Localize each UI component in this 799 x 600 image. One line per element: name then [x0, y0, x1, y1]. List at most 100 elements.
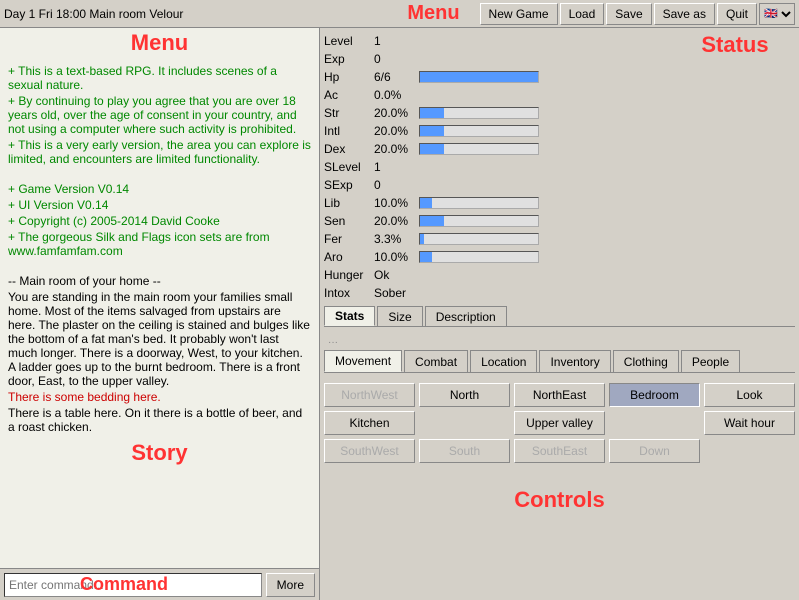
story-line: There is a table here. On it there is a … — [8, 406, 311, 434]
stat-name: Level — [324, 34, 374, 48]
spacer-2 — [609, 411, 700, 435]
stat-bar-container — [419, 125, 539, 137]
stat-row: SExp0 — [324, 176, 675, 194]
move-down[interactable]: Down — [609, 439, 700, 463]
stat-row: Hp6/6 — [324, 68, 675, 86]
story-line: + UI Version V0.14 — [8, 198, 311, 212]
stat-row: Fer3.3% — [324, 230, 675, 248]
controls-label: Controls — [324, 487, 795, 513]
stat-name: Fer — [324, 232, 374, 246]
save-as-button[interactable]: Save as — [654, 3, 715, 25]
move-northeast[interactable]: NorthEast — [514, 383, 605, 407]
stat-name: Str — [324, 106, 374, 120]
command-input[interactable] — [4, 573, 262, 597]
stat-value: 20.0% — [374, 214, 419, 228]
move-southwest[interactable]: SouthWest — [324, 439, 415, 463]
stats-table: Level1Exp0Hp6/6Ac0.0%Str20.0%Intl20.0%De… — [324, 32, 675, 302]
move-wait-hour[interactable]: Wait hour — [704, 411, 795, 435]
stat-name: Lib — [324, 196, 374, 210]
stat-bar — [420, 126, 444, 136]
stat-bar — [420, 234, 424, 244]
stat-value: 0.0% — [374, 88, 419, 102]
stat-value: 0 — [374, 178, 419, 192]
move-southeast[interactable]: SouthEast — [514, 439, 605, 463]
top-bar: Day 1 Fri 18:00 Main room Velour Menu Ne… — [0, 0, 799, 28]
stat-row: Level1 — [324, 32, 675, 50]
command-bar: Command More — [0, 568, 319, 600]
ctrl-tab-inventory[interactable]: Inventory — [539, 350, 610, 372]
move-bedroom[interactable]: Bedroom — [609, 383, 700, 407]
window-title: Day 1 Fri 18:00 Main room Velour — [4, 7, 407, 21]
status-section: Level1Exp0Hp6/6Ac0.0%Str20.0%Intl20.0%De… — [320, 28, 799, 331]
left-panel: Menu + This is a text-based RPG. It incl… — [0, 28, 320, 600]
new-game-button[interactable]: New Game — [480, 3, 558, 25]
stat-row: Lib10.0% — [324, 194, 675, 212]
tab-description[interactable]: Description — [425, 306, 507, 326]
story-line: -- Main room of your home -- — [8, 274, 311, 288]
story-line: There is some bedding here. — [8, 390, 311, 404]
ctrl-tab-movement[interactable]: Movement — [324, 350, 402, 372]
story-line: + Game Version V0.14 — [8, 182, 311, 196]
stat-bar-container — [419, 143, 539, 155]
move-kitchen[interactable]: Kitchen — [324, 411, 415, 435]
more-button[interactable]: More — [266, 573, 315, 597]
move-northwest[interactable]: NorthWest — [324, 383, 415, 407]
stat-row: Dex20.0% — [324, 140, 675, 158]
ctrl-tab-people[interactable]: People — [681, 350, 740, 372]
stat-bar-container — [419, 251, 539, 263]
stat-name: Aro — [324, 250, 374, 264]
stat-name: Exp — [324, 52, 374, 66]
save-button[interactable]: Save — [606, 3, 651, 25]
stat-bar-container — [419, 197, 539, 209]
ctrl-tab-combat[interactable]: Combat — [404, 350, 468, 372]
stat-value: 3.3% — [374, 232, 419, 246]
controls-section: ··· Movement Combat Location Inventory C… — [320, 331, 799, 600]
stat-row: Intl20.0% — [324, 122, 675, 140]
stat-bar — [420, 144, 444, 154]
spacer-3 — [704, 439, 795, 463]
status-label-area: Status — [675, 32, 795, 302]
stat-name: Dex — [324, 142, 374, 156]
spacer-1 — [419, 411, 510, 435]
move-north[interactable]: North — [419, 383, 510, 407]
stat-bar — [420, 72, 538, 82]
story-line: + By continuing to play you agree that y… — [8, 94, 311, 136]
stat-row: Exp0 — [324, 50, 675, 68]
stat-bar-container — [419, 215, 539, 227]
dots-row: ··· — [324, 335, 795, 350]
story-line: + This is a text-based RPG. It includes … — [8, 64, 311, 92]
stat-value: Ok — [374, 268, 419, 282]
stat-value: 20.0% — [374, 124, 419, 138]
stat-row: Ac0.0% — [324, 86, 675, 104]
menu-label: Menu — [407, 2, 459, 25]
tab-stats[interactable]: Stats — [324, 306, 375, 326]
story-area: + This is a text-based RPG. It includes … — [0, 58, 319, 568]
stat-row: Str20.0% — [324, 104, 675, 122]
stat-name: Hunger — [324, 268, 374, 282]
story-label: Story — [8, 436, 311, 470]
tab-size[interactable]: Size — [377, 306, 422, 326]
language-select[interactable]: 🇬🇧 — [759, 3, 795, 25]
stat-name: Hp — [324, 70, 374, 84]
stat-name: SExp — [324, 178, 374, 192]
move-south[interactable]: South — [419, 439, 510, 463]
main-layout: Menu + This is a text-based RPG. It incl… — [0, 28, 799, 600]
quit-button[interactable]: Quit — [717, 3, 757, 25]
story-line: You are standing in the main room your f… — [8, 290, 311, 388]
stat-bar — [420, 252, 432, 262]
stat-value: 1 — [374, 160, 419, 174]
load-button[interactable]: Load — [560, 3, 605, 25]
stat-name: Intox — [324, 286, 374, 300]
move-look[interactable]: Look — [704, 383, 795, 407]
stat-row: Sen20.0% — [324, 212, 675, 230]
move-upper-valley[interactable]: Upper valley — [514, 411, 605, 435]
stat-bar-container — [419, 233, 539, 245]
story-line — [8, 168, 311, 182]
ctrl-tab-clothing[interactable]: Clothing — [613, 350, 679, 372]
stat-name: Ac — [324, 88, 374, 102]
stat-bar-container — [419, 107, 539, 119]
stat-value: Sober — [374, 286, 419, 300]
ctrl-tab-location[interactable]: Location — [470, 350, 537, 372]
stat-row: SLevel1 — [324, 158, 675, 176]
story-line — [8, 260, 311, 274]
